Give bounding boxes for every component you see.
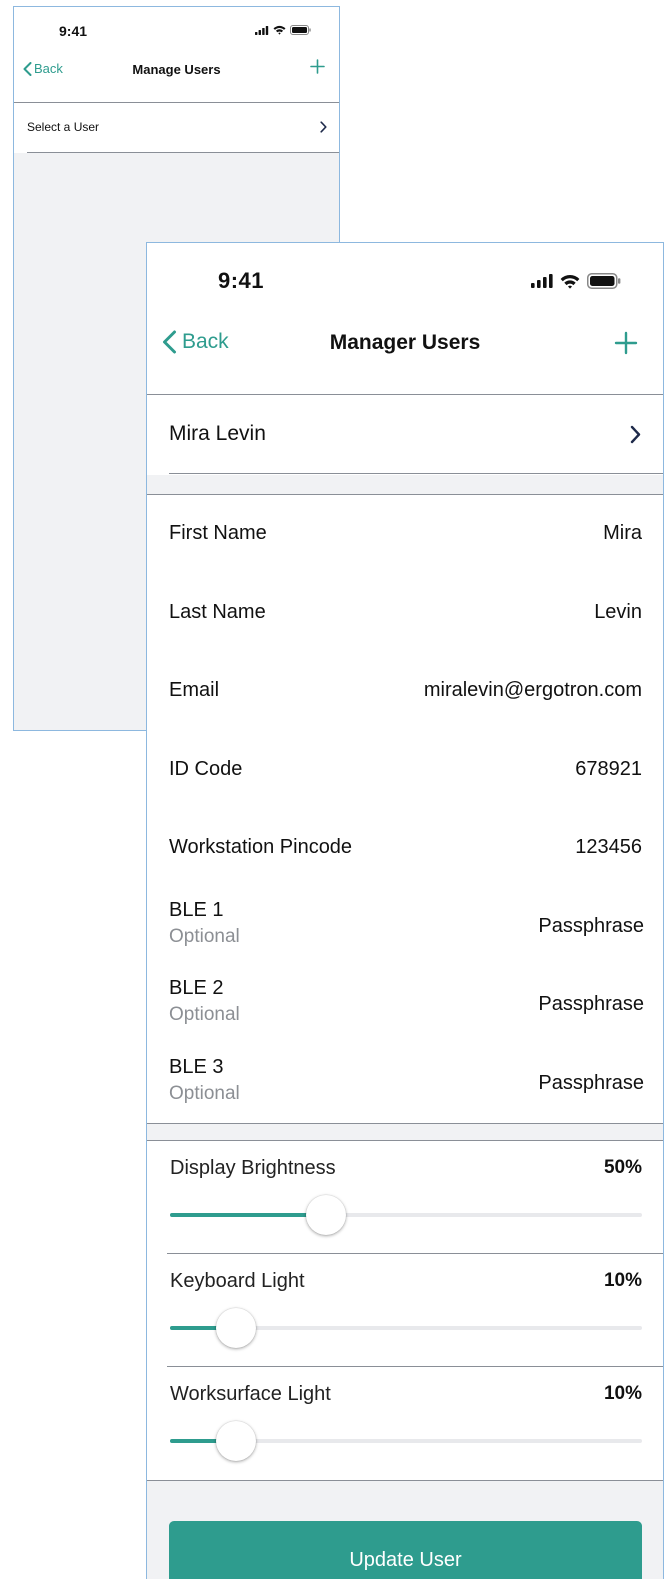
manage-users-screen-front: 9:41 Back Manager Users Mira Levin First…	[146, 242, 664, 1579]
first-name-input[interactable]: Mira	[603, 522, 642, 545]
signal-icon	[255, 25, 269, 35]
header-area: 9:41 Back Manage Users	[14, 7, 339, 103]
selected-user-name: Mira Levin	[169, 422, 266, 445]
field-label: BLE 3	[169, 1056, 224, 1078]
divider	[27, 152, 339, 153]
slider-track[interactable]	[170, 1421, 642, 1461]
workstation-pincode-input[interactable]: 123456	[575, 836, 642, 859]
slider-label: Display Brightness	[170, 1157, 336, 1179]
field-sublabel: Optional	[169, 1083, 240, 1104]
display-brightness-slider: Display Brightness 50%	[147, 1141, 663, 1254]
email-input[interactable]: miralevin@ergotron.com	[424, 679, 642, 702]
select-user-row[interactable]: Select a User	[14, 103, 339, 153]
ble-2-passphrase-input[interactable]: Passphrase	[538, 993, 644, 1016]
header-area: 9:41 Back Manager Users	[147, 243, 663, 395]
light-settings: Display Brightness 50% Keyboard Light 10…	[147, 1141, 663, 1480]
select-user-label: Select a User	[27, 120, 100, 134]
page-title: Manage Users	[132, 62, 221, 77]
slider-label: Keyboard Light	[170, 1270, 305, 1292]
keyboard-light-slider: Keyboard Light 10%	[147, 1254, 663, 1367]
last-name-field[interactable]: Last Name Levin	[147, 574, 663, 652]
ble-2-field[interactable]: BLE 2 Optional Passphrase	[147, 966, 663, 1044]
slider-track[interactable]	[170, 1308, 642, 1348]
plus-icon	[310, 59, 325, 74]
chevron-right-icon	[320, 120, 327, 138]
slider-fill	[170, 1213, 326, 1217]
ble-1-field[interactable]: BLE 1 Optional Passphrase	[147, 888, 663, 966]
slider-track[interactable]	[170, 1195, 642, 1235]
battery-icon	[587, 273, 621, 289]
field-sublabel: Optional	[169, 926, 240, 947]
field-label: Last Name	[169, 601, 266, 623]
page-title: Manager Users	[329, 331, 481, 354]
email-field[interactable]: Email miralevin@ergotron.com	[147, 652, 663, 730]
status-icons	[255, 25, 311, 35]
workstation-pincode-field[interactable]: Workstation Pincode 123456	[147, 809, 663, 887]
slider-thumb[interactable]	[305, 1195, 346, 1235]
status-time: 9:41	[59, 23, 88, 39]
add-user-button[interactable]	[614, 331, 638, 360]
wifi-icon	[560, 274, 580, 289]
nav-bar: Back Manage Users	[14, 57, 339, 85]
field-label: Workstation Pincode	[169, 836, 353, 858]
id-code-field[interactable]: ID Code 678921	[147, 731, 663, 809]
divider	[169, 473, 663, 474]
slider-label: Worksurface Light	[170, 1383, 331, 1405]
slider-thumb[interactable]	[216, 1308, 257, 1348]
worksurface-light-slider: Worksurface Light 10%	[147, 1367, 663, 1480]
signal-icon	[531, 274, 553, 288]
slider-value: 50%	[603, 1157, 642, 1178]
divider	[147, 1123, 663, 1124]
plus-icon	[614, 331, 638, 355]
status-time: 9:41	[218, 268, 265, 293]
ble-3-passphrase-input[interactable]: Passphrase	[538, 1072, 644, 1095]
slider-value: 10%	[603, 1270, 642, 1291]
slider-thumb[interactable]	[216, 1421, 257, 1461]
wifi-icon	[273, 25, 286, 35]
chevron-right-icon	[630, 425, 641, 449]
field-sublabel: Optional	[169, 1004, 240, 1025]
slider-value: 10%	[603, 1383, 642, 1404]
selected-user-row[interactable]: Mira Levin	[147, 395, 663, 475]
add-user-button[interactable]	[310, 59, 325, 79]
status-icons	[531, 273, 621, 289]
ble-3-field[interactable]: BLE 3 Optional Passphrase	[147, 1045, 663, 1123]
field-label: ID Code	[169, 758, 243, 780]
field-label: First Name	[169, 522, 267, 544]
battery-icon	[290, 25, 311, 35]
first-name-field[interactable]: First Name Mira	[147, 495, 663, 573]
user-details-form: First Name Mira Last Name Levin Email mi…	[147, 495, 663, 1123]
id-code-input[interactable]: 678921	[575, 758, 642, 781]
divider	[147, 1480, 663, 1481]
field-label: BLE 1	[169, 899, 224, 921]
last-name-input[interactable]: Levin	[594, 601, 642, 624]
field-label: BLE 2	[169, 977, 224, 999]
ble-1-passphrase-input[interactable]: Passphrase	[538, 915, 644, 938]
update-user-button[interactable]: Update User	[169, 1521, 642, 1579]
field-label: Email	[169, 679, 220, 701]
